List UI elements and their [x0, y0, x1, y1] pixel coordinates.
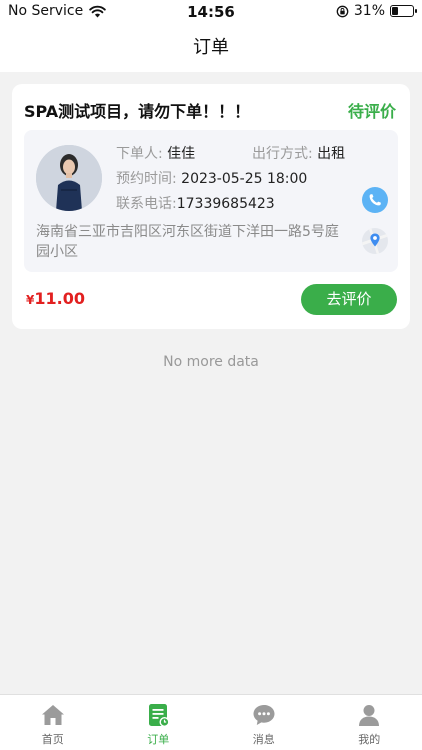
customer-row: 下单人: 佳佳 — [116, 143, 195, 163]
order-address: 海南省三亚市吉阳区河东区街道下洋田一路5号庭园小区 — [36, 224, 339, 260]
battery-percent: 31% — [353, 3, 385, 19]
tab-messages-label: 消息 — [252, 733, 275, 746]
appointment-label: 预约时间: — [116, 171, 177, 187]
status-right: 31% — [336, 3, 417, 19]
message-icon — [253, 705, 275, 725]
home-icon — [41, 705, 64, 725]
phone-value: 17339685423 — [176, 196, 275, 212]
avatar-image — [36, 145, 102, 211]
customer-value: 佳佳 — [167, 146, 196, 162]
tab-bar: 首页 订单 消息 我的 — [0, 694, 422, 750]
customer-label: 下单人: — [116, 146, 163, 162]
phone-row: 联系电话:17339685423 — [116, 193, 275, 213]
phone-label: 联系电话: — [116, 196, 177, 212]
screen: No Service 14:56 31% 订单 SPA测试项目，请勿下单！！！ — [0, 0, 422, 750]
travel-label: 出行方式: — [252, 146, 313, 162]
profile-icon — [359, 705, 380, 726]
call-button[interactable] — [362, 187, 388, 213]
order-status-badge: 待评价 — [347, 102, 396, 121]
page-title: 订单 — [193, 37, 229, 58]
tab-orders[interactable]: 订单 — [106, 695, 212, 750]
no-more-data-text: No more data — [163, 354, 259, 370]
review-button[interactable]: 去评价 — [301, 284, 397, 315]
battery-fill — [392, 7, 398, 15]
tab-orders-label: 订单 — [147, 733, 170, 746]
map-location-icon — [362, 228, 388, 254]
avatar — [36, 145, 102, 211]
phone-icon — [369, 194, 381, 206]
tab-profile[interactable]: 我的 — [317, 695, 422, 750]
map-button[interactable] — [362, 228, 388, 254]
appointment-value: 2023-05-25 18:00 — [181, 171, 308, 187]
order-card[interactable]: SPA测试项目，请勿下单！！！ 待评价 下单人: 佳佳 出行方式: 出租 预约时… — [12, 84, 410, 329]
order-title: SPA测试项目，请勿下单！！！ — [24, 102, 251, 121]
status-bar: No Service 14:56 31% — [0, 0, 422, 24]
orientation-lock-icon — [336, 5, 349, 17]
order-info-box: 下单人: 佳佳 出行方式: 出租 预约时间: 2023-05-25 18:00 … — [24, 130, 398, 272]
travel-row: 出行方式: 出租 — [252, 143, 345, 163]
order-price: ¥11.00 — [26, 289, 85, 308]
battery-icon — [390, 5, 417, 17]
tab-home-label: 首页 — [41, 733, 64, 746]
orders-icon — [149, 704, 170, 728]
nav-bar: 订单 — [0, 24, 422, 72]
appointment-row: 预约时间: 2023-05-25 18:00 — [116, 168, 307, 188]
price-value: 11.00 — [34, 289, 85, 308]
tab-profile-label: 我的 — [358, 733, 381, 746]
tab-home[interactable]: 首页 — [0, 695, 106, 750]
travel-value: 出租 — [317, 146, 346, 162]
tab-messages[interactable]: 消息 — [211, 695, 317, 750]
